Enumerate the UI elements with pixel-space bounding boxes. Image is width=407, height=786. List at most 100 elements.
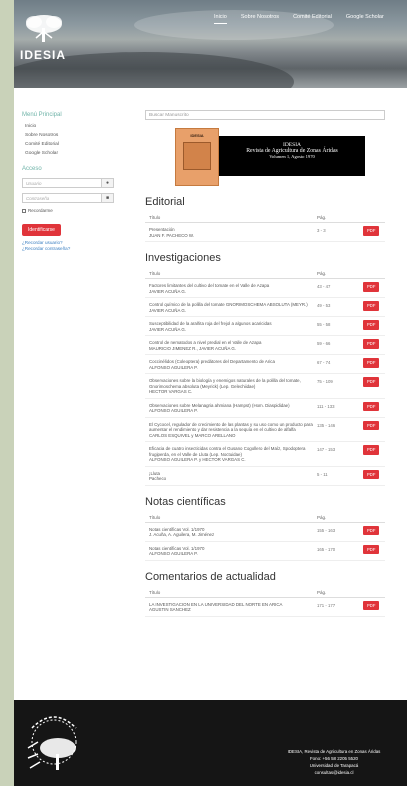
- footer-line-4[interactable]: consultas@idesia.cl: [279, 769, 389, 776]
- article-authors: JUAN F. PACHECO W.: [149, 232, 195, 238]
- side-item-comite-editorial[interactable]: Comité Editorial: [22, 142, 114, 147]
- article-pages: 75 - 109: [313, 373, 359, 399]
- banner-text-box: IDESIA Revista de Agricultura de Zonas Á…: [219, 136, 365, 176]
- article-pages: 55 - 58: [313, 316, 359, 336]
- section-title: Comentarios de actualidad: [145, 570, 276, 583]
- table-row: Notas científicas Vol. 1/1970 ALFONSO AGU…: [145, 541, 385, 561]
- pdf-button[interactable]: PDF: [363, 226, 380, 236]
- nav-comite-editorial[interactable]: Comité Editorial: [293, 14, 332, 24]
- col-title-header: Título: [145, 512, 313, 523]
- pdf-button[interactable]: PDF: [363, 301, 380, 311]
- articles-table: Título Pág. Factores limitantes del cultiv…: [145, 269, 385, 486]
- pdf-button[interactable]: PDF: [363, 525, 380, 535]
- footer-line-3: Universidad de Tarapacá: [309, 763, 359, 768]
- table-row: LA INVESTIGACION EN LA UNIVERSIDAD DEL N…: [145, 597, 385, 617]
- user-icon: ●: [102, 178, 114, 188]
- nav-sobre-nosotros[interactable]: Sobre Nosotros: [241, 14, 279, 24]
- section-title: Notas científicas: [145, 495, 226, 508]
- col-title-header: Título: [145, 587, 313, 598]
- article-authors: JAVIER ACUÑA G.: [149, 288, 187, 294]
- left-decorative-strip: [0, 0, 14, 786]
- main-content: Buscar Manuscrito IDESIA IDESIA Revista …: [145, 110, 385, 617]
- article-pages: 67 - 74: [313, 354, 359, 374]
- issue-banner: IDESIA IDESIA Revista de Agricultura de …: [175, 128, 365, 186]
- col-pag-header: Pág.: [313, 213, 359, 223]
- articles-table: Título Pág. Presentación JUAN F. PACHECO W.…: [145, 213, 385, 242]
- pdf-button[interactable]: PDF: [363, 339, 380, 349]
- article-authors: ALFONSO AGUILERA P.: [149, 364, 198, 370]
- pdf-button[interactable]: PDF: [363, 358, 380, 368]
- footer-logo-icon: [27, 716, 77, 770]
- article-authors: HECTOR VARGAS C.: [149, 389, 193, 394]
- articles-table: Título Pág. LA INVESTIGACION EN LA UNIVERS…: [145, 587, 385, 617]
- article-pages: 49 - 53: [313, 297, 359, 317]
- recovery-links: ¿Recordar usuario? ¿Recordar contraseña?: [22, 240, 114, 252]
- pdf-button[interactable]: PDF: [363, 544, 380, 554]
- article-pages: 147 - 153: [313, 441, 359, 467]
- col-pag-header: Pág.: [313, 587, 359, 598]
- article-authors: CARLOS ESQUIVEL y MARCO ARELLANO: [149, 432, 236, 438]
- nav-google-scholar[interactable]: Google Scholar: [346, 14, 384, 24]
- side-menu: Inicio Sobre Nosotros Comité Editorial G…: [22, 124, 114, 156]
- article-authors: ALFONSO AGUILERA P.: [149, 551, 198, 556]
- cover-title: IDESIA: [190, 133, 204, 138]
- article-authors: Pacheco: [149, 476, 167, 481]
- pdf-button[interactable]: PDF: [363, 377, 380, 387]
- checkbox-icon[interactable]: [22, 208, 26, 213]
- article-title[interactable]: Observaciones sobre la biología y enemig…: [149, 378, 313, 389]
- article-pages: 5 - 11: [313, 466, 359, 486]
- article-authors: MAURICIO JIMENEZ R., JAVIER ACUÑA G.: [149, 345, 237, 351]
- table-row: El Cycocel, regulador de crecimiento de …: [145, 417, 385, 442]
- article-pages: 43 - 47: [313, 278, 359, 298]
- table-row: ¡Lluta Pacheco 5 - 11 PDF: [145, 466, 385, 486]
- journal-cover-image: IDESIA: [175, 128, 219, 186]
- nav-inicio[interactable]: Inicio: [214, 14, 227, 24]
- pdf-button[interactable]: PDF: [363, 600, 380, 610]
- article-title[interactable]: El Cycocel, regulador de crecimiento de …: [149, 422, 313, 433]
- table-row: Observaciones sobre Melanagria ahmiana (…: [145, 398, 385, 418]
- pdf-button[interactable]: PDF: [363, 320, 380, 330]
- username-input[interactable]: Usuario: [22, 178, 102, 188]
- table-row: Eficacia de cuatro insecticidas contra e…: [145, 441, 385, 467]
- col-title-header: Título: [145, 269, 313, 279]
- article-sections: Editorial Título Pág. Presentación JUAN F. P…: [145, 196, 385, 617]
- tree-logo-icon: [26, 15, 62, 42]
- banner-volume: Volumen 1, Agosto 1970: [269, 154, 315, 159]
- col-pag-header: Pág.: [313, 512, 359, 523]
- menu-title: Menú Principal: [22, 112, 62, 118]
- article-pages: 3 - 3: [313, 222, 359, 242]
- side-item-inicio[interactable]: Inicio: [22, 124, 114, 129]
- col-title-header: Título: [145, 213, 313, 223]
- top-nav: Inicio Sobre Nosotros Comité Editorial G…: [214, 14, 384, 24]
- pdf-button[interactable]: PDF: [363, 420, 380, 430]
- password-field-group: Contraseña ■: [22, 193, 114, 203]
- section-title: Editorial: [145, 196, 185, 208]
- article-title[interactable]: Control químico de la polilla del tomate…: [149, 302, 313, 308]
- search-input[interactable]: Buscar Manuscrito: [145, 110, 385, 120]
- table-row: Control químico de la polilla del tomate…: [145, 297, 385, 317]
- lock-icon: ■: [102, 193, 114, 203]
- footer-line-2: Fono: +56 58 2205 5520: [310, 756, 358, 761]
- site-logo-text[interactable]: IDESIA: [20, 48, 66, 62]
- pdf-button[interactable]: PDF: [363, 282, 380, 292]
- login-button[interactable]: Identificarse: [22, 224, 61, 236]
- access-title: Acceso: [22, 166, 42, 172]
- side-item-sobre-nosotros[interactable]: Sobre Nosotros: [22, 133, 114, 138]
- article-pages: 165 - 170: [313, 541, 359, 561]
- article-authors: J. Acuña, A. Aguilera, M. Jiménez: [149, 532, 215, 537]
- section-title: Investigaciones: [145, 252, 221, 264]
- col-pag-header: Pág.: [313, 269, 359, 279]
- article-title[interactable]: Eficacia de cuatro insecticidas contra e…: [149, 446, 313, 457]
- remember-checkbox[interactable]: Recordarme: [22, 208, 114, 213]
- pdf-button[interactable]: PDF: [363, 401, 380, 411]
- side-item-google-scholar[interactable]: Google Scholar: [22, 151, 114, 156]
- forgot-password-link[interactable]: ¿Recordar contraseña?: [22, 246, 114, 252]
- pdf-button[interactable]: PDF: [363, 469, 380, 479]
- password-input[interactable]: Contraseña: [22, 193, 102, 203]
- pdf-button[interactable]: PDF: [363, 445, 380, 455]
- table-row: Susceptibilidad de la arañita roja del f…: [145, 316, 385, 336]
- article-pages: 155 - 163: [313, 522, 359, 542]
- table-row: Coccinélidos (Coleoptera) predátores del…: [145, 354, 385, 374]
- site-footer: IDESIA, Revista de Agricultura en Zonas …: [14, 700, 407, 786]
- footer-line-1: IDESIA, Revista de Agricultura en Zonas …: [287, 749, 381, 754]
